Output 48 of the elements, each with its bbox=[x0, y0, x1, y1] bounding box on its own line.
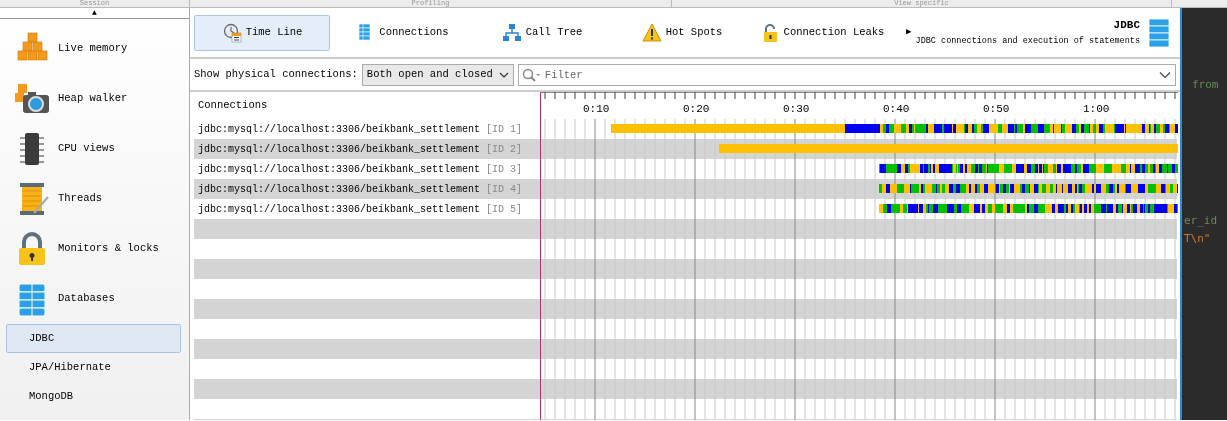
time-label: 0:40 bbox=[883, 102, 907, 117]
connection-id: [ID 3] bbox=[486, 162, 523, 177]
chevron-down-icon bbox=[1159, 70, 1171, 79]
connection-url: jdbc:mysql://localhost:3306/beikbank_settlement bbox=[198, 202, 481, 217]
sidebar-item[interactable]: JDBC bbox=[6, 324, 181, 353]
chevron-down-icon bbox=[498, 70, 509, 79]
database-icon bbox=[1148, 17, 1170, 48]
view-title: JDBC bbox=[1112, 17, 1140, 33]
connection-id: [ID 5] bbox=[486, 202, 523, 217]
time-label: 0:10 bbox=[583, 102, 607, 117]
sidebar-item[interactable]: Databases bbox=[0, 274, 189, 324]
search-icon bbox=[521, 67, 541, 82]
connection-url: jdbc:mysql://localhost:3306/beikbank_settlement bbox=[198, 182, 481, 197]
connection-url: jdbc:mysql://localhost:3306/beikbank_settlement bbox=[198, 162, 481, 177]
field-label: Show physical connections: bbox=[194, 66, 358, 82]
time-label: 0:30 bbox=[783, 102, 807, 117]
sidebar-item[interactable]: MongoDB bbox=[6, 382, 181, 411]
sidebar-item[interactable]: JPA/Hibernate bbox=[6, 353, 181, 382]
connection-id: [ID 4] bbox=[486, 182, 523, 197]
connection-url: jdbc:mysql://localhost:3306/beikbank_settlement bbox=[198, 142, 481, 157]
time-label: 0:20 bbox=[683, 102, 707, 117]
tab[interactable]: Time Line bbox=[194, 14, 330, 51]
connection-id: [ID 1] bbox=[486, 122, 523, 137]
hierarchy-icon bbox=[501, 22, 522, 43]
code-line: er_id bbox=[1183, 213, 1219, 229]
tab[interactable]: Connection Leaks bbox=[754, 14, 890, 51]
sidebar-item[interactable]: Heap walker bbox=[0, 74, 189, 124]
sidebar-item[interactable]: CPU views bbox=[0, 124, 189, 174]
tab[interactable]: Hot Spots bbox=[614, 14, 750, 51]
connections-dropdown[interactable]: Both open and closed bbox=[361, 63, 514, 86]
more-tabs-arrow[interactable]: ▶ bbox=[906, 25, 912, 40]
connection-id: [ID 2] bbox=[486, 142, 523, 157]
column-header: Connections bbox=[198, 97, 268, 113]
sidebar-item[interactable]: Threads bbox=[0, 174, 189, 224]
filter-field[interactable]: Filter bbox=[517, 63, 1176, 86]
sidebar-item[interactable]: Live memory bbox=[0, 24, 189, 74]
time-label: 0:50 bbox=[983, 102, 1007, 117]
warning-icon bbox=[641, 22, 662, 43]
connection-url: jdbc:mysql://localhost:3306/beikbank_settlement bbox=[198, 122, 481, 137]
code-line: T\n" bbox=[1183, 231, 1212, 247]
time-label: 1:00 bbox=[1083, 102, 1107, 117]
view-description: JDBC connections and execution of statements bbox=[915, 34, 1140, 48]
scroll-up-arrow[interactable]: ▲ bbox=[92, 8, 97, 18]
code-line: from bbox=[1191, 77, 1220, 93]
clock-calendar-icon bbox=[221, 22, 242, 43]
tab[interactable]: Connections bbox=[334, 14, 470, 51]
tab[interactable]: Call Tree bbox=[474, 14, 610, 51]
sidebar-item[interactable]: Monitors & locks bbox=[0, 224, 189, 274]
